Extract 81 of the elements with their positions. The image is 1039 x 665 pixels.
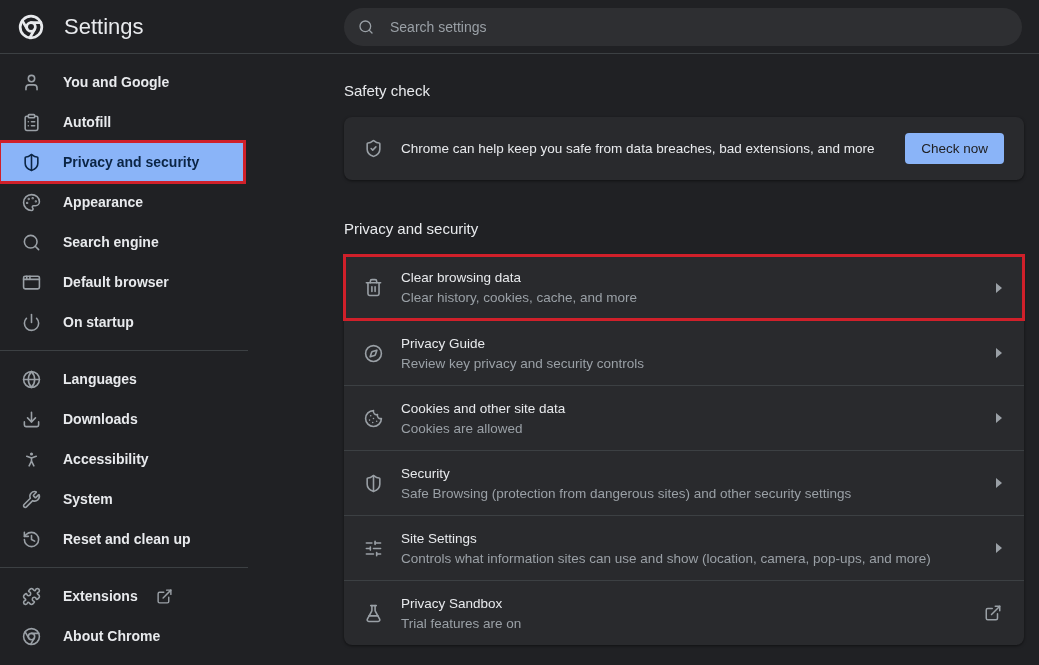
external-link-icon [155, 587, 173, 605]
globe-icon [22, 369, 41, 389]
settings-row[interactable]: Privacy Sandbox Trial features are on [344, 580, 1024, 645]
check-now-button[interactable]: Check now [905, 133, 1004, 164]
row-title: Site Settings [401, 530, 478, 546]
sidebar-item[interactable]: Autofill [0, 102, 244, 142]
row-subtitle: Safe Browsing (protection from dangerous sites) and other security settings [401, 485, 853, 501]
row-title: Clear browsing data [401, 270, 523, 285]
sidebar-item[interactable]: Default browser [0, 262, 244, 302]
caret-icon [996, 543, 1002, 553]
shield-check-icon [364, 139, 383, 158]
row-subtitle: Review key privacy and security controls [401, 355, 646, 371]
sidebar-item[interactable]: On startup [0, 302, 244, 342]
puzzle-piece-icon [22, 586, 41, 606]
search-icon [22, 232, 41, 252]
caret-icon [996, 478, 1002, 488]
section-heading: Privacy and security [344, 220, 480, 237]
caret-icon [996, 282, 1002, 293]
person-icon [22, 72, 41, 92]
sidebar-item-label: Reset and clean up [63, 531, 191, 547]
search-field[interactable]: Search settings [344, 7, 1022, 46]
sidebar-item[interactable]: Reset and clean up [0, 519, 244, 559]
browser-window-icon [22, 272, 41, 292]
sidebar-item-label: Default browser [63, 274, 169, 290]
row-subtitle: Trial features are on [401, 615, 523, 631]
sidebar-item[interactable]: System [0, 479, 244, 519]
section-heading: Safety check [344, 82, 431, 99]
shield-icon [364, 473, 383, 493]
settings-row[interactable]: Privacy Guide Review key privacy and security controls [344, 320, 1024, 385]
sidebar-item[interactable]: Appearance [0, 182, 244, 222]
power-icon [22, 312, 41, 332]
row-subtitle: Controls what information sites can use and show (location, camera, pop-ups, and more) [401, 550, 932, 566]
clipboard-icon [22, 112, 41, 132]
sidebar-item-label: About Chrome [63, 628, 161, 644]
sidebar-item-label: Languages [63, 371, 137, 387]
sidebar-item[interactable]: You and Google [0, 62, 244, 102]
row-subtitle: Cookies are allowed [401, 420, 524, 436]
safety-check-text: Chrome can help keep you safe from data breaches, bad extensions, and more [401, 141, 876, 156]
chrome-logo-icon [22, 626, 41, 646]
sidebar-item-label: Autofill [63, 114, 112, 130]
settings-row[interactable]: Security Safe Browsing (protection from dangerous sites) and other security settings [344, 450, 1024, 515]
row-title: Privacy Sandbox [401, 595, 504, 611]
row-title: Cookies and other site data [401, 400, 567, 416]
caret-icon [996, 413, 1002, 423]
sidebar-item[interactable]: Languages [0, 359, 244, 399]
compass-icon [364, 343, 383, 363]
caret-icon [996, 348, 1002, 358]
page-title: Settings [64, 13, 144, 40]
wrench-icon [22, 489, 41, 509]
sidebar-item-label: Extensions [63, 588, 138, 604]
row-title: Privacy Guide [401, 335, 487, 351]
sidebar-item[interactable]: Privacy and security [0, 142, 244, 182]
settings-row[interactable]: Cookies and other site data Cookies are allowed [344, 385, 1024, 450]
sidebar-item-label: Appearance [63, 194, 144, 210]
external-link-icon [984, 604, 1002, 622]
palette-icon [22, 192, 41, 212]
download-icon [22, 409, 41, 429]
sidebar-item-label: Accessibility [63, 451, 149, 467]
row-title: Security [401, 465, 451, 481]
trash-icon [364, 278, 383, 297]
sliders-icon [364, 538, 383, 558]
sidebar-item-label: You and Google [63, 74, 170, 90]
sidebar-item[interactable]: Extensions [0, 576, 244, 616]
sidebar-item[interactable]: About Chrome [0, 616, 244, 656]
history-icon [22, 529, 41, 549]
sidebar-item[interactable]: Search engine [0, 222, 244, 262]
sidebar-item-label: System [63, 491, 113, 507]
cookie-icon [364, 408, 383, 428]
sidebar-item-label: On startup [63, 314, 134, 330]
sidebar-item[interactable]: Accessibility [0, 439, 244, 479]
settings-row[interactable]: Clear browsing data Clear history, cookies, cache, and more [344, 255, 1024, 320]
row-subtitle: Clear history, cookies, cache, and more [401, 290, 639, 305]
chrome-logo-icon [18, 13, 44, 40]
sidebar-item[interactable]: Downloads [0, 399, 244, 439]
settings-row[interactable]: Site Settings Controls what information sites can use and show (location, camera, pop-ups, and more) [344, 515, 1024, 580]
shield-icon [22, 152, 41, 172]
sidebar-item-label: Downloads [63, 411, 138, 427]
search-icon [358, 18, 374, 35]
sidebar-item-label: Search engine [63, 234, 159, 250]
sidebar-item-label: Privacy and security [63, 154, 200, 170]
flask-icon [364, 603, 383, 623]
